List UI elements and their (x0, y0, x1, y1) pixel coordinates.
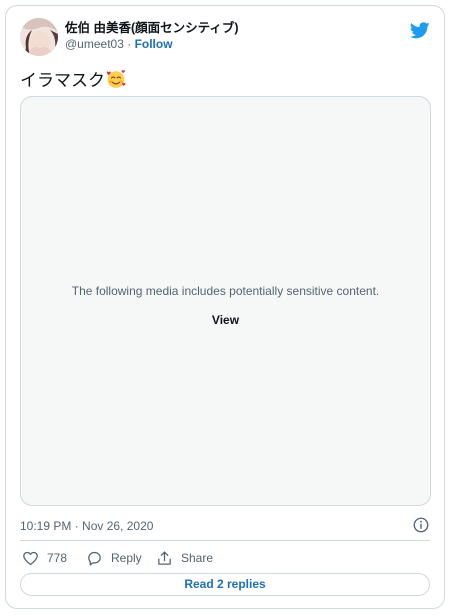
sensitive-content-warning: The following media includes potentially… (71, 284, 380, 298)
profile-photo-icon (20, 18, 58, 56)
smiling-face-with-hearts-icon (106, 70, 126, 88)
like-button[interactable]: 778 (22, 548, 67, 568)
reply-button[interactable]: Reply (86, 548, 142, 568)
follow-button[interactable]: Follow (135, 37, 173, 51)
user-handle[interactable]: @umeet03 (65, 37, 124, 51)
user-name-block: 佐伯 由美香(顔面センシティブ) @umeet03 · Follow (65, 20, 239, 52)
tweet-actions: 778 Reply Share (20, 548, 430, 568)
share-button[interactable]: Share (156, 548, 213, 568)
sensitive-media-container: The following media includes potentially… (20, 96, 431, 506)
heart-icon (23, 551, 38, 565)
handle-line: @umeet03 · Follow (65, 36, 239, 52)
handle-separator: · (123, 37, 135, 51)
view-media-button[interactable]: View (21, 312, 430, 328)
reply-label: Reply (111, 551, 142, 565)
reply-bubble-icon (88, 551, 101, 566)
tweet-card: 佐伯 由美香(顔面センシティブ) @umeet03 · Follow イラマスク… (5, 5, 445, 609)
read-replies-button[interactable]: Read 2 replies (20, 573, 430, 596)
tweet-timestamp[interactable]: 10:19 PM · Nov 26, 2020 (20, 518, 153, 534)
tweet-text-content: イラマスク (20, 71, 105, 90)
display-name[interactable]: 佐伯 由美香(顔面センシティブ) (65, 20, 239, 36)
share-upload-icon (158, 550, 171, 565)
tweet-header: 佐伯 由美香(顔面センシティブ) @umeet03 · Follow (20, 18, 430, 60)
avatar[interactable] (20, 18, 58, 56)
info-icon[interactable] (412, 516, 430, 534)
divider (20, 540, 430, 541)
share-label: Share (181, 551, 214, 565)
tweet-text: イラマスク (20, 68, 126, 94)
timestamp-row: 10:19 PM · Nov 26, 2020 (20, 516, 430, 536)
like-count: 778 (47, 551, 68, 565)
twitter-bird-icon[interactable] (410, 22, 430, 39)
